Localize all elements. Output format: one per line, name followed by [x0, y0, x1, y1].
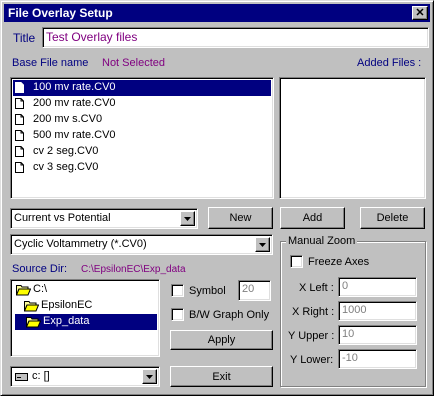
y-upper-input[interactable]: 10 — [338, 325, 417, 345]
document-icon — [15, 114, 24, 125]
drive-select[interactable]: c: [] — [10, 366, 160, 387]
file-name: 500 mv rate.CV0 — [33, 129, 116, 141]
symbol-size-input[interactable]: 20 — [238, 280, 271, 301]
source-dir-value: C:\EpsilonEC\Exp_data — [81, 264, 186, 275]
symbol-checkbox[interactable] — [171, 284, 184, 297]
file-type-dropdown-arrow[interactable] — [255, 237, 270, 252]
y-lower-input[interactable]: -10 — [338, 349, 417, 369]
x-left-label: X Left : — [299, 282, 334, 294]
file-name: 100 mv rate.CV0 — [33, 81, 116, 93]
title-bar: File Overlay Setup ✕ — [4, 4, 430, 22]
window-title: File Overlay Setup — [8, 6, 113, 20]
file-type-value: Cyclic Voltammetry (*.CV0) — [14, 238, 147, 250]
file-list-item[interactable]: cv 2 seg.CV0 — [13, 144, 271, 160]
file-name: cv 3 seg.CV0 — [33, 161, 99, 173]
plot-type-value: Current vs Potential — [14, 212, 111, 224]
file-overlay-setup-dialog: File Overlay Setup ✕ Title Test Overlay … — [0, 0, 434, 396]
drive-dropdown-arrow[interactable] — [142, 369, 157, 384]
freeze-axes-checkbox[interactable] — [290, 255, 303, 268]
freeze-axes-label: Freeze Axes — [308, 256, 370, 268]
symbol-label: Symbol — [189, 285, 226, 297]
file-type-select[interactable]: Cyclic Voltammetry (*.CV0) — [10, 234, 273, 255]
document-icon — [15, 162, 24, 173]
x-right-label: X Right : — [292, 306, 335, 318]
x-right-input[interactable]: 1000 — [338, 301, 417, 321]
document-icon — [15, 146, 24, 157]
file-name: cv 2 seg.CV0 — [33, 145, 99, 157]
open-folder-icon — [26, 317, 41, 328]
document-icon — [15, 98, 24, 109]
document-icon — [15, 82, 24, 93]
add-button[interactable]: Add — [280, 207, 345, 229]
folder-row[interactable]: EpsilonEC — [21, 298, 157, 314]
close-icon: ✕ — [415, 7, 425, 19]
folder-label: EpsilonEC — [41, 299, 93, 311]
plot-type-dropdown-arrow[interactable] — [180, 211, 195, 226]
y-lower-label: Y Lower: — [290, 354, 334, 366]
delete-button[interactable]: Delete — [360, 207, 425, 229]
file-list-item[interactable]: 200 mv rate.CV0 — [13, 96, 271, 112]
base-file-label: Base File name — [12, 57, 89, 69]
title-label: Title — [13, 31, 36, 45]
new-button[interactable]: New — [208, 207, 273, 229]
folder-row-selected[interactable]: Exp_data — [15, 314, 157, 330]
close-button[interactable]: ✕ — [412, 6, 428, 20]
bw-graph-label: B/W Graph Only — [189, 309, 270, 321]
added-files-label: Added Files : — [357, 57, 422, 69]
chevron-down-icon — [184, 217, 191, 221]
open-folder-icon — [16, 285, 31, 296]
exit-button[interactable]: Exit — [170, 366, 273, 387]
y-upper-label: Y Upper : — [288, 330, 335, 342]
added-files-list[interactable] — [279, 77, 426, 199]
folder-label: Exp_data — [43, 315, 90, 327]
file-name: 200 mv rate.CV0 — [33, 97, 116, 109]
file-list-item[interactable]: 200 mv s.CV0 — [13, 112, 271, 128]
plot-type-select[interactable]: Current vs Potential — [10, 208, 198, 229]
base-file-status: Not Selected — [102, 57, 165, 69]
document-icon — [15, 130, 24, 141]
file-list-item[interactable]: 500 mv rate.CV0 — [13, 128, 271, 144]
folder-row[interactable]: C:\ — [13, 282, 157, 298]
chevron-down-icon — [146, 375, 153, 379]
folder-label: C:\ — [33, 283, 48, 295]
apply-button[interactable]: Apply — [170, 330, 273, 350]
folder-tree[interactable]: C:\ EpsilonEC Exp_data — [10, 279, 160, 357]
open-folder-icon — [24, 301, 39, 312]
manual-zoom-label: Manual Zoom — [286, 235, 358, 247]
file-name: 200 mv s.CV0 — [33, 113, 103, 125]
file-list-item[interactable]: 100 mv rate.CV0 — [13, 80, 271, 96]
chevron-down-icon — [259, 243, 266, 247]
file-list-item[interactable]: cv 3 seg.CV0 — [13, 160, 271, 176]
drive-icon — [15, 373, 28, 381]
file-list[interactable]: 100 mv rate.CV0 200 mv rate.CV0 200 mv s.C… — [10, 77, 274, 199]
bw-graph-checkbox[interactable] — [171, 308, 184, 321]
source-dir-label: Source Dir: — [12, 263, 68, 275]
title-input[interactable]: Test Overlay files — [42, 27, 429, 48]
x-left-input[interactable]: 0 — [338, 277, 417, 297]
drive-value: c: [] — [32, 370, 50, 382]
